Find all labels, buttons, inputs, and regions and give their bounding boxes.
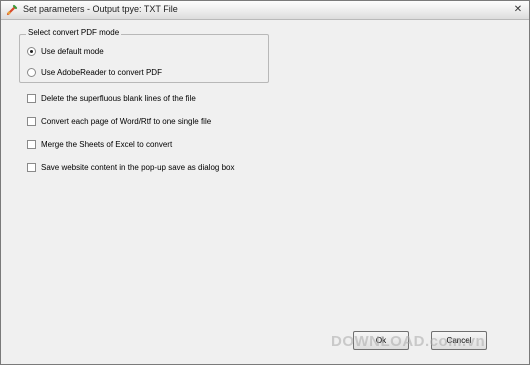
window-title: Set parameters - Output tpye: TXT File: [23, 4, 178, 14]
radio-button[interactable]: [27, 68, 36, 77]
checkbox-box[interactable]: [27, 140, 36, 149]
watermark-logo: DOWNLOAD.com.vn: [331, 333, 486, 350]
title-bar[interactable]: Set parameters - Output tpye: TXT File ✕: [1, 1, 529, 20]
pdf-mode-legend: Select convert PDF mode: [26, 28, 122, 37]
radio-default-mode[interactable]: Use default mode: [27, 47, 104, 56]
checkbox-save-website-label: Save website content in the pop-up save …: [41, 163, 235, 172]
checkbox-delete-blank-lines[interactable]: Delete the superfluous blank lines of th…: [27, 94, 196, 103]
radio-adobereader-label: Use AdobeReader to convert PDF: [41, 68, 162, 77]
close-icon[interactable]: ✕: [511, 3, 525, 16]
radio-default-mode-label: Use default mode: [41, 47, 104, 56]
checkbox-convert-each-page[interactable]: Convert each page of Word/Rtf to one sin…: [27, 117, 211, 126]
radio-adobereader-mode[interactable]: Use AdobeReader to convert PDF: [27, 68, 162, 77]
checkbox-box[interactable]: [27, 117, 36, 126]
app-icon: [6, 4, 18, 16]
checkbox-box[interactable]: [27, 94, 36, 103]
checkbox-box[interactable]: [27, 163, 36, 172]
checkbox-convert-each-page-label: Convert each page of Word/Rtf to one sin…: [41, 117, 212, 126]
checkbox-merge-sheets[interactable]: Merge the Sheets of Excel to convert: [27, 140, 172, 149]
checkbox-delete-blank-lines-label: Delete the superfluous blank lines of th…: [41, 94, 196, 103]
set-parameters-dialog: Set parameters - Output tpye: TXT File ✕…: [0, 0, 530, 365]
checkbox-save-website[interactable]: Save website content in the pop-up save …: [27, 163, 234, 172]
radio-button-selected[interactable]: [27, 47, 36, 56]
checkbox-merge-sheets-label: Merge the Sheets of Excel to convert: [41, 140, 173, 149]
